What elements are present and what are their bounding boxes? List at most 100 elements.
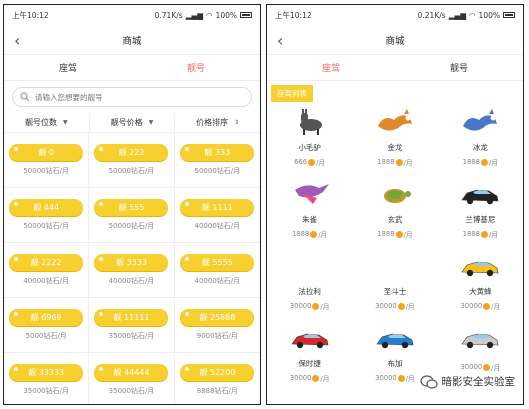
number-item[interactable]: 靓 1111 40000钻石/月 xyxy=(174,188,260,243)
number-badge: 靓 2222 xyxy=(9,254,84,271)
filter-number-price[interactable]: 靓号价格 ▼ xyxy=(90,113,176,132)
mount-price: 30000/月 xyxy=(460,301,500,311)
mount-price-value: 1888 xyxy=(377,230,395,238)
sort-arrows-icon: ⇕ xyxy=(234,119,240,126)
mount-item[interactable]: 冰龙 1888/月 xyxy=(438,104,523,176)
mount-name: 兰博基尼 xyxy=(465,215,496,224)
mount-name: 冰龙 xyxy=(472,143,488,152)
number-badge: 靓 3333 xyxy=(94,254,169,271)
mount-item[interactable]: 金龙 1888/月 xyxy=(352,104,437,176)
tab-mounts[interactable]: 座驾 xyxy=(267,55,395,80)
coin-icon xyxy=(312,374,320,382)
mount-price: 666/月 xyxy=(294,157,325,167)
coin-icon xyxy=(308,158,316,166)
filter-number-length[interactable]: 靓号位数 ▼ xyxy=(4,113,90,132)
coin-icon xyxy=(397,302,405,310)
number-item[interactable]: 靓 3333 40000钻石/月 xyxy=(89,243,175,298)
bugatti-car-icon xyxy=(376,333,414,349)
ferrari-car-icon xyxy=(289,252,331,280)
silver-car-icon xyxy=(461,333,499,349)
mount-item[interactable]: 朱雀 1888/月 xyxy=(267,176,352,248)
network-speed: 0.71K/s xyxy=(154,10,183,20)
page-title: 商城 xyxy=(385,35,405,47)
mount-price-unit: /月 xyxy=(316,159,326,167)
coin-icon xyxy=(480,230,488,238)
number-item[interactable]: 靓 444 50000钻石/月 xyxy=(4,188,90,243)
mount-item[interactable]: 大黄蜂 30000/月 xyxy=(438,248,523,320)
mount-item[interactable]: 保时捷 30000/月 xyxy=(267,320,352,392)
mount-name: 玄武 xyxy=(387,215,403,224)
mount-price: 1888/月 xyxy=(292,229,327,239)
number-item[interactable]: 靓 2222 40000钻石/月 xyxy=(4,243,90,298)
back-arrow-icon[interactable]: ‹ xyxy=(277,31,283,50)
coin-icon xyxy=(397,374,405,382)
mount-price-unit: /月 xyxy=(491,364,501,372)
mount-item[interactable]: 玄武 1888/月 xyxy=(352,176,437,248)
number-price: 35000钻石/月 xyxy=(23,387,69,395)
coin-icon xyxy=(483,363,491,371)
mount-price: 1888/月 xyxy=(463,229,498,239)
mount-item[interactable]: 小毛驴 666/月 xyxy=(267,104,352,176)
status-bar: 上午10:12 0.71K/s ▂▄▆ ◠ 100% xyxy=(4,5,260,25)
number-item[interactable]: 靓 555 50000钻石/月 xyxy=(89,188,175,243)
mount-price-value: 30000 xyxy=(375,302,397,310)
filter-price-sort[interactable]: 价格排序 ⇕ xyxy=(175,113,260,132)
mount-price-unit: /月 xyxy=(405,375,415,383)
ice-dragon-icon xyxy=(463,109,498,131)
number-price: 40000钻石/月 xyxy=(194,277,241,285)
number-item[interactable]: 靓 0 50000钻石/月 xyxy=(4,133,90,188)
tab-numbers[interactable]: 靓号 xyxy=(132,55,260,80)
mount-grid: 小毛驴 666/月 金龙 1888/月 冰龙 1888/月 朱雀 1888/月 玄武 1888/月… xyxy=(267,104,523,392)
coin-icon xyxy=(395,158,403,166)
mount-item[interactable]: 兰博基尼 1888/月 xyxy=(438,176,523,248)
number-item[interactable]: 靓 6969 5000钻石/月 xyxy=(4,298,90,353)
number-price: 8888钻石/月 xyxy=(196,387,238,395)
mount-price-value: 1888 xyxy=(291,230,310,238)
mount-price-value: 1888 xyxy=(462,158,480,166)
battery-percent: 100% xyxy=(478,10,500,20)
mount-price-value: 30000 xyxy=(289,374,312,382)
lamborghini-car-icon xyxy=(461,189,499,205)
number-item[interactable]: 靓 11111 35000钻石/月 xyxy=(89,298,175,353)
battery-percent: 100% xyxy=(215,10,237,20)
number-price: 40000钻石/月 xyxy=(108,277,155,285)
search-bar[interactable] xyxy=(12,87,252,107)
mount-item[interactable]: 圣斗士 30000/月 xyxy=(352,248,437,320)
number-item[interactable]: 靓 333 50000钻石/月 xyxy=(174,133,260,188)
saint-car-icon xyxy=(374,252,416,280)
search-input[interactable] xyxy=(35,92,244,102)
number-item[interactable]: 靓 44444 35000钻石/月 xyxy=(89,353,175,404)
tab-mounts[interactable]: 座驾 xyxy=(4,55,132,80)
number-item[interactable]: 靓 222 50000钻石/月 xyxy=(89,133,175,188)
phone-screen-mount-shop: 上午10:12 0.21K/s ▂▄▆ ◠ 100% ‹ 商城 座驾 靓号 座驾… xyxy=(266,4,524,405)
number-item[interactable]: 靓 25888 9000钻石/月 xyxy=(174,298,260,353)
turtle-icon xyxy=(383,189,411,203)
number-badge: 靓 555 xyxy=(94,199,169,216)
tab-bar: 座驾 靓号 xyxy=(4,55,260,81)
number-item[interactable]: 靓 52200 8888钻石/月 xyxy=(175,353,260,404)
mount-price-value: 1888 xyxy=(462,230,480,238)
mount-price: 1888/月 xyxy=(463,157,498,167)
number-badge: 靓 52200 xyxy=(180,364,255,381)
number-price: 50000钻石/月 xyxy=(108,222,155,230)
number-badge: 靓 5555 xyxy=(180,254,255,271)
mount-price: 30000/月 xyxy=(290,373,330,383)
number-item[interactable]: 靓 33333 35000钻石/月 xyxy=(4,353,90,404)
number-item[interactable]: 靓 5555 40000钻石/月 xyxy=(174,243,260,298)
mount-price: 30000/月 xyxy=(460,362,500,372)
bumblebee-car-icon xyxy=(461,261,499,277)
mount-price: 30000/月 xyxy=(375,301,415,311)
mount-item[interactable]: 法拉利 30000/月 xyxy=(267,248,352,320)
number-badge: 靓 222 xyxy=(94,144,169,161)
status-time: 上午10:12 xyxy=(12,10,49,20)
mount-price: 30000/月 xyxy=(290,301,330,311)
number-price: 40000钻石/月 xyxy=(194,222,241,230)
number-price: 35000钻石/月 xyxy=(108,332,155,340)
back-arrow-icon[interactable]: ‹ xyxy=(14,31,20,50)
nav-bar: ‹ 商城 xyxy=(267,25,523,55)
tab-numbers[interactable]: 靓号 xyxy=(395,55,523,80)
number-badge: 靓 0 xyxy=(9,144,84,161)
phoenix-icon xyxy=(294,184,329,204)
section-label: 座驾列表 xyxy=(271,85,313,102)
mount-price: 1888/月 xyxy=(377,157,412,167)
